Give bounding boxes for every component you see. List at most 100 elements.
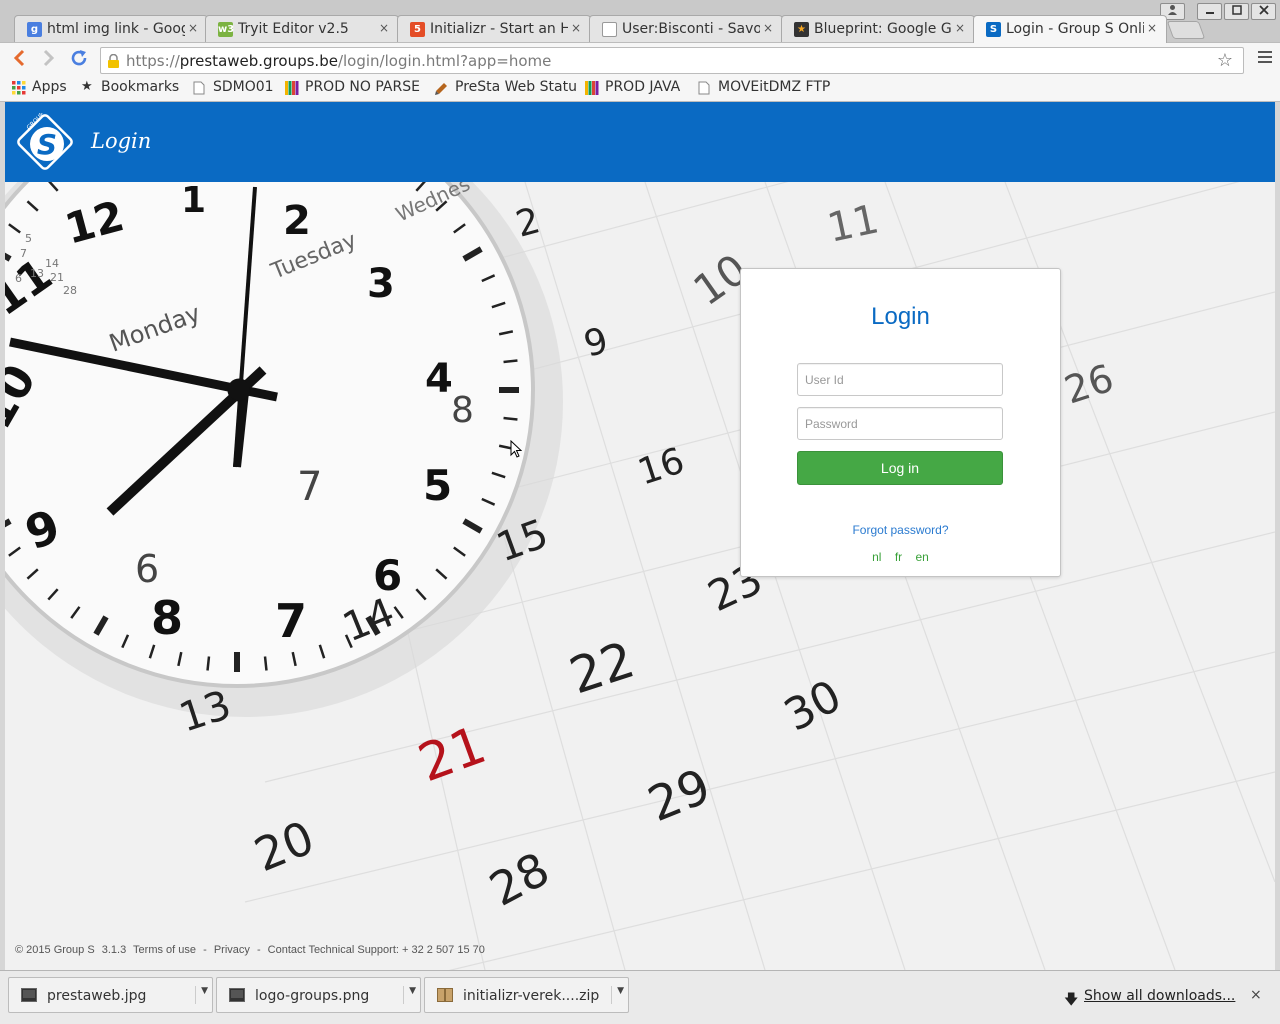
tab-title: Blueprint: Google Gr <box>814 21 952 37</box>
close-shelf-icon[interactable]: × <box>1250 987 1262 1003</box>
tab-close-icon[interactable]: × <box>955 21 965 35</box>
small-date: 7 <box>20 247 27 260</box>
clock-number: 3 <box>367 261 395 307</box>
apps-grid-icon <box>12 81 26 95</box>
clock-calendar-background: Monday Tuesday Wednes 1 2 3 4 5 6 7 8 9 … <box>5 182 1275 970</box>
download-item[interactable]: initializr-verek....zip ▼ <box>424 977 629 1013</box>
colorbars-icon <box>285 81 299 95</box>
calendar-number: 29 <box>641 758 719 833</box>
close-window-icon[interactable] <box>1251 3 1276 20</box>
new-tab-button[interactable] <box>1166 21 1206 39</box>
clock-tick <box>503 416 518 421</box>
terms-link[interactable]: Terms of use <box>133 944 196 956</box>
calendar-number-highlighted: 21 <box>411 715 494 794</box>
calendar-number: 30 <box>776 670 849 741</box>
language-selector: nl fr en <box>741 550 1060 564</box>
privacy-link[interactable]: Privacy <box>214 944 250 956</box>
page-icon <box>602 22 617 37</box>
page-icon <box>698 81 712 95</box>
calendar-number: 8 <box>451 390 474 431</box>
download-filename: initializr-verek....zip <box>463 988 600 1004</box>
clock-number: 5 <box>423 461 452 510</box>
bookmark-presta-web-status[interactable]: PreSta Web Statu <box>435 79 577 95</box>
page-icon <box>193 81 207 95</box>
footer-separator: - <box>203 944 207 956</box>
download-menu-arrow-icon[interactable]: ▼ <box>195 986 208 1004</box>
chrome-menu-icon[interactable] <box>1258 51 1272 66</box>
forgot-password-link[interactable]: Forgot password? <box>741 523 1060 537</box>
show-all-label: Show all downloads... <box>1084 988 1236 1004</box>
clock-tick <box>263 656 268 671</box>
lock-warning-icon[interactable] <box>107 53 120 68</box>
page-title: Login <box>91 129 152 153</box>
image-file-icon <box>229 988 245 1002</box>
page-footer: © 2015 Group S 3.1.3 Terms of use - Priv… <box>15 944 489 956</box>
forward-icon[interactable] <box>42 49 56 70</box>
calendar-number: 16 <box>633 440 689 493</box>
back-icon[interactable] <box>12 49 26 70</box>
minimize-icon[interactable] <box>1197 3 1222 20</box>
tab-title: Login - Group S Onli <box>1006 21 1144 37</box>
browser-toolbar: https://prestaweb.groups.be/login/login.… <box>0 42 1280 76</box>
reload-icon[interactable] <box>70 49 88 70</box>
bookmark-star-icon: ★ <box>81 79 93 94</box>
archive-file-icon <box>437 988 453 1002</box>
background-illustration: Monday Tuesday Wednes 1 2 3 4 5 6 7 8 9 … <box>5 182 1275 970</box>
tab-tryit-editor[interactable]: w3 Tryit Editor v2.5 × <box>205 15 399 42</box>
download-filename: prestaweb.jpg <box>47 988 147 1004</box>
maximize-icon[interactable] <box>1224 3 1249 20</box>
password-input[interactable] <box>797 407 1003 440</box>
tab-initializr[interactable]: 5 Initializr - Start an H × <box>397 15 591 42</box>
language-link-fr[interactable]: fr <box>895 550 902 564</box>
user-id-input[interactable] <box>797 363 1003 396</box>
clock-number: 1 <box>181 182 206 221</box>
url-host: prestaweb.groups.be <box>179 52 338 70</box>
tab-blueprint[interactable]: ★ Blueprint: Google Gr × <box>781 15 975 42</box>
tab-title: html img link - Goog <box>47 21 185 37</box>
tab-close-icon[interactable]: × <box>763 21 773 35</box>
small-date: 21 <box>50 271 64 284</box>
bookmark-bookmarks[interactable]: ★ Bookmarks <box>81 79 179 95</box>
language-link-en[interactable]: en <box>916 550 929 564</box>
tab-user-bisconti[interactable]: User:Bisconti - Savoi × <box>589 15 783 42</box>
calendar-number: 11 <box>824 196 883 252</box>
bookmark-label: MOVEitDMZ FTP <box>718 79 831 95</box>
tab-close-icon[interactable]: × <box>1147 21 1157 35</box>
groups-icon: S <box>986 22 1001 37</box>
bookmark-prod-no-parse[interactable]: PROD NO PARSE <box>285 79 420 95</box>
download-shelf: prestaweb.jpg ▼ logo-groups.png ▼ initia… <box>0 970 1280 1024</box>
footer-separator: - <box>256 944 261 956</box>
small-date: 14 <box>45 257 59 270</box>
bookmark-prod-java[interactable]: PROD JAVA <box>585 79 680 95</box>
url-scheme: https:// <box>126 52 180 70</box>
small-date: 5 <box>25 232 32 245</box>
address-bar[interactable]: https://prestaweb.groups.be/login/login.… <box>100 47 1244 74</box>
support-contact: Contact Technical Support: + 32 2 507 15… <box>267 944 485 956</box>
bookmark-sdmo01[interactable]: SDMO01 <box>193 79 274 95</box>
html5-icon: 5 <box>410 22 425 37</box>
download-menu-arrow-icon[interactable]: ▼ <box>611 986 624 1004</box>
calendar-number: 22 <box>563 631 641 706</box>
tab-close-icon[interactable]: × <box>188 21 198 35</box>
bookmark-star-icon[interactable]: ☆ <box>1217 50 1233 71</box>
small-date: 6 <box>15 272 22 285</box>
tab-close-icon[interactable]: × <box>379 21 389 35</box>
download-item[interactable]: prestaweb.jpg ▼ <box>8 977 213 1013</box>
tab-login-group-s[interactable]: S Login - Group S Onli × <box>973 15 1167 43</box>
star-icon: ★ <box>794 22 809 37</box>
tab-html-img-link[interactable]: g html img link - Goog × <box>14 15 208 42</box>
language-link-nl[interactable]: nl <box>872 550 881 564</box>
login-button[interactable]: Log in <box>797 451 1003 485</box>
google-icon: g <box>27 22 42 37</box>
download-menu-arrow-icon[interactable]: ▼ <box>403 986 416 1004</box>
tab-close-icon[interactable]: × <box>571 21 581 35</box>
small-date: 13 <box>30 267 44 280</box>
download-item[interactable]: logo-groups.png ▼ <box>216 977 421 1013</box>
tab-title: Tryit Editor v2.5 <box>238 21 349 37</box>
clock-tick <box>503 359 518 364</box>
bookmark-label: Bookmarks <box>101 79 180 95</box>
bookmark-apps[interactable]: Apps <box>12 79 67 95</box>
bookmark-label: PROD JAVA <box>605 79 681 95</box>
show-all-downloads-link[interactable]: 🡇 Show all downloads... <box>1064 988 1236 1008</box>
bookmark-moveit-dmz-ftp[interactable]: MOVEitDMZ FTP <box>698 79 830 95</box>
